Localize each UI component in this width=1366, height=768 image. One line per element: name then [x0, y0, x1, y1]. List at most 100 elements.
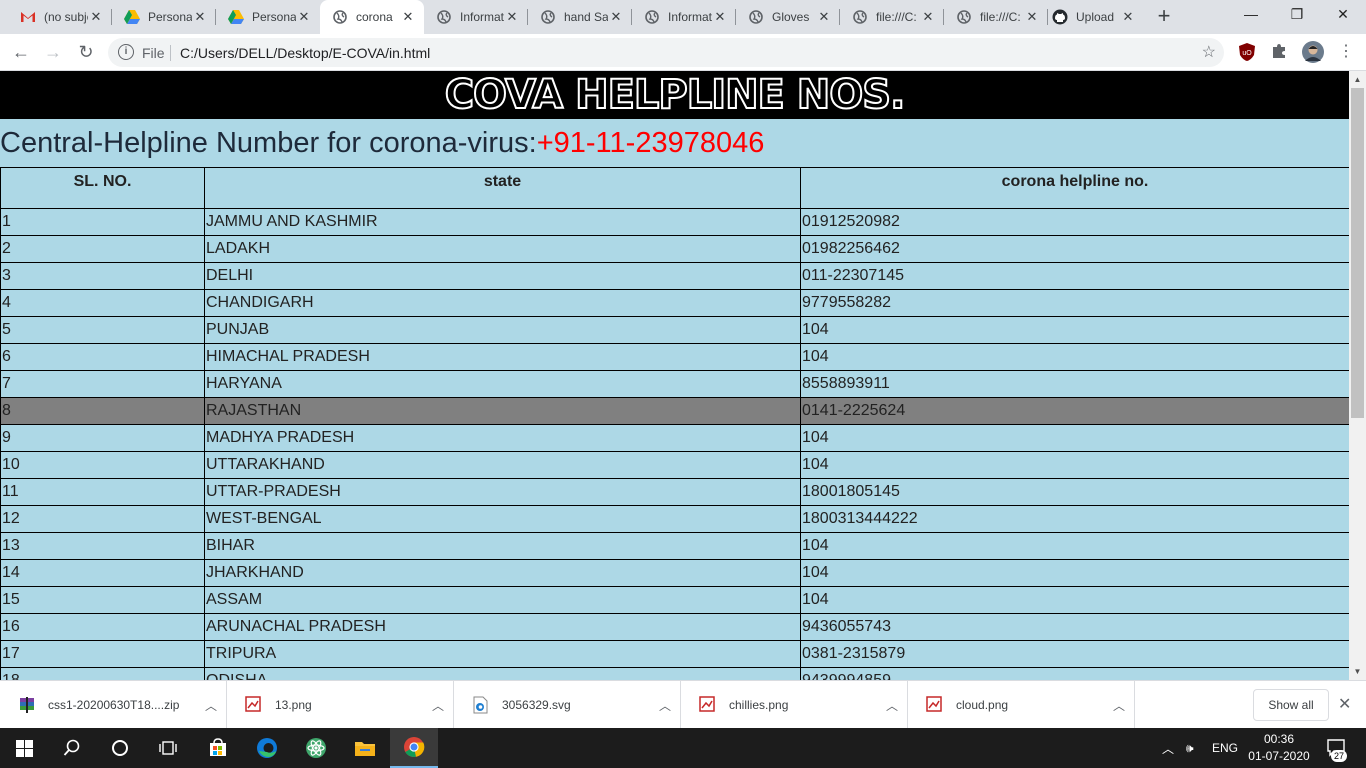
cell-helpline-number: 8558893911 [800, 370, 1349, 398]
cortana-button[interactable] [96, 728, 144, 768]
cell-sl-no: 12 [0, 505, 205, 533]
cell-helpline-number: 18001805145 [800, 478, 1349, 506]
profile-avatar[interactable] [1302, 41, 1324, 63]
task-view-button[interactable] [144, 728, 192, 768]
close-shelf-icon[interactable]: ✕ [1338, 694, 1351, 714]
task-view-icon [159, 741, 177, 755]
tab-personal-1[interactable]: Personal ✕ [112, 0, 216, 34]
cell-sl-no: 10 [0, 451, 205, 479]
download-item[interactable]: css1-20200630T18....zip ︿ [0, 681, 227, 729]
close-tab-icon[interactable]: ✕ [816, 9, 832, 25]
chevron-up-icon[interactable]: ︿ [196, 697, 226, 714]
cell-sl-no: 18 [0, 667, 205, 680]
show-hidden-icons-chevron-icon[interactable]: ︿ [1162, 728, 1174, 768]
clock[interactable]: 00:36 01-07-2020 [1246, 731, 1312, 765]
cell-state: DELHI [204, 262, 801, 290]
chrome-app[interactable] [390, 728, 438, 768]
tab-gmail[interactable]: (no subject) ✕ [8, 0, 112, 34]
page-scrollbar[interactable]: ▲ ▼ [1349, 71, 1366, 680]
cell-helpline-number: 01982256462 [800, 235, 1349, 263]
atom-icon [306, 738, 326, 758]
scroll-down-arrow-icon[interactable]: ▼ [1349, 663, 1366, 680]
tab-information-1[interactable]: Information ✕ [424, 0, 528, 34]
search-icon [63, 739, 80, 756]
tab-github-upload[interactable]: Upload ✕ [1040, 0, 1144, 34]
close-tab-icon[interactable]: ✕ [1120, 9, 1136, 25]
chevron-up-icon[interactable]: ︿ [423, 697, 453, 714]
volume-icon[interactable]: 🕪 [1186, 728, 1194, 768]
forward-button[interactable]: → [41, 40, 65, 64]
close-tab-icon[interactable]: ✕ [1024, 9, 1040, 25]
scheme-label: File [142, 45, 165, 61]
column-header-state: state [204, 167, 801, 209]
download-item[interactable]: cloud.png ︿ [908, 681, 1135, 729]
cell-state: JAMMU AND KASHMIR [204, 208, 801, 236]
close-tab-icon[interactable]: ✕ [88, 9, 104, 25]
close-window-button[interactable]: ✕ [1320, 0, 1366, 30]
extensions-puzzle-icon[interactable] [1270, 42, 1290, 62]
store-app[interactable] [194, 728, 242, 768]
folder-icon [355, 742, 375, 756]
tab-hand-sanitizer[interactable]: hand Sanitizer ✕ [528, 0, 632, 34]
cell-state: JHARKHAND [204, 559, 801, 587]
tab-corona-active[interactable]: corona ✕ [320, 0, 424, 34]
close-tab-icon[interactable]: ✕ [712, 9, 728, 25]
minimize-button[interactable]: — [1228, 0, 1274, 30]
download-item[interactable]: 3056329.svg ︿ [454, 681, 681, 729]
cell-state: ODISHA [204, 667, 801, 680]
search-button[interactable] [48, 728, 96, 768]
address-bar[interactable]: i File C:/Users/DELL/Desktop/E-COVA/in.h… [108, 38, 1224, 67]
tab-file-1[interactable]: file:///C: ✕ [840, 0, 944, 34]
notification-center[interactable]: 27 [1322, 728, 1352, 768]
ublock-icon[interactable]: uO [1238, 42, 1258, 62]
restore-button[interactable]: ❐ [1274, 0, 1320, 30]
table-header-row: SL. NO. state corona helpline no. [0, 167, 1349, 209]
image-file-icon [699, 696, 717, 714]
bookmark-star-icon[interactable]: ☆ [1202, 42, 1216, 62]
chevron-up-icon[interactable]: ︿ [1104, 697, 1134, 714]
table-row: 12 WEST-BENGAL 1800313444222 [0, 505, 1349, 533]
cell-helpline-number: 1800313444222 [800, 505, 1349, 533]
helpline-table: SL. NO. state corona helpline no. 1 JAMMU… [0, 167, 1349, 680]
scrollbar-thumb[interactable] [1351, 88, 1364, 418]
close-tab-icon[interactable]: ✕ [608, 9, 624, 25]
cell-helpline-number: 104 [800, 532, 1349, 560]
edge-app[interactable] [243, 728, 291, 768]
table-row: 1 JAMMU AND KASHMIR 01912520982 [0, 208, 1349, 236]
cell-sl-no: 14 [0, 559, 205, 587]
tab-gloves[interactable]: Gloves ✕ [736, 0, 840, 34]
globe-icon [436, 9, 452, 25]
chevron-up-icon[interactable]: ︿ [650, 697, 680, 714]
tab-information-2[interactable]: Information ✕ [632, 0, 736, 34]
close-tab-icon[interactable]: ✕ [400, 9, 416, 25]
close-tab-icon[interactable]: ✕ [920, 9, 936, 25]
windows-logo-icon [15, 739, 33, 757]
new-tab-button[interactable]: + [1152, 5, 1176, 29]
url-text[interactable]: C:/Users/DELL/Desktop/E-COVA/in.html [180, 45, 430, 61]
back-button[interactable]: ← [9, 40, 33, 64]
close-tab-icon[interactable]: ✕ [296, 9, 312, 25]
scroll-up-arrow-icon[interactable]: ▲ [1349, 71, 1366, 88]
language-indicator[interactable]: ENG [1212, 728, 1238, 768]
start-button[interactable] [0, 728, 48, 768]
tab-title: Upload [1076, 10, 1115, 24]
chevron-up-icon[interactable]: ︿ [877, 697, 907, 714]
close-tab-icon[interactable]: ✕ [504, 9, 520, 25]
cell-sl-no: 5 [0, 316, 205, 344]
download-item[interactable]: 13.png ︿ [227, 681, 454, 729]
file-explorer-app[interactable] [341, 728, 389, 768]
image-file-icon [245, 696, 263, 714]
reload-button[interactable]: ↻ [74, 40, 98, 64]
atom-app[interactable] [292, 728, 340, 768]
table-row: 6 HIMACHAL PRADESH 104 [0, 343, 1349, 371]
show-all-downloads-button[interactable]: Show all [1253, 689, 1329, 721]
table-row: 15 ASSAM 104 [0, 586, 1349, 614]
tab-title: file:///C: [980, 10, 1021, 24]
download-item[interactable]: chillies.png ︿ [681, 681, 908, 729]
tab-personal-2[interactable]: Personal ✕ [216, 0, 320, 34]
close-tab-icon[interactable]: ✕ [192, 9, 208, 25]
menu-kebab-icon[interactable]: ⋮ [1334, 40, 1358, 64]
cell-state: CHANDIGARH [204, 289, 801, 317]
tab-file-2[interactable]: file:///C: ✕ [944, 0, 1048, 34]
info-icon[interactable]: i [118, 44, 134, 60]
